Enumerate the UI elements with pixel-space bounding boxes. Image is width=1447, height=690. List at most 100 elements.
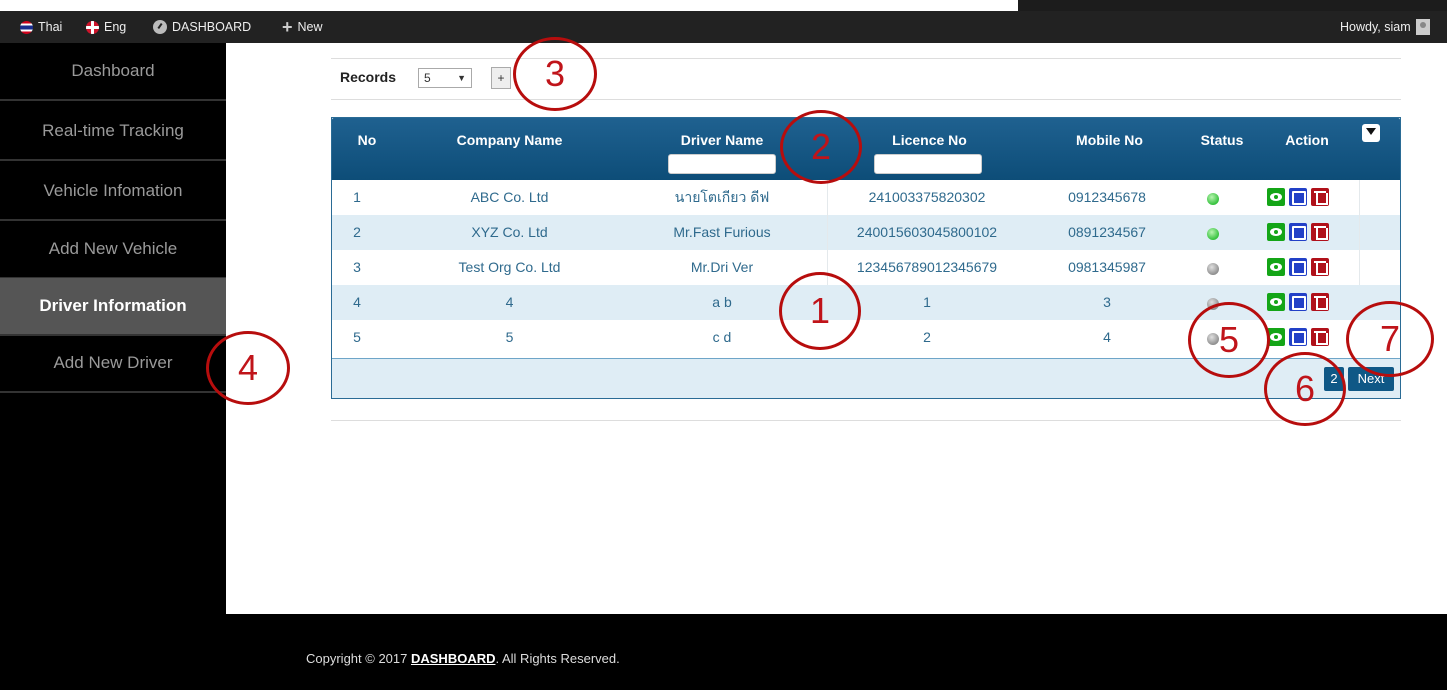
- cell-no: 2: [353, 224, 361, 240]
- new-link[interactable]: + New: [282, 11, 323, 43]
- lang-thai-label: Thai: [38, 20, 63, 34]
- cell-licence: 240015603045800102: [856, 224, 998, 240]
- cell-mobile: 3: [1103, 294, 1111, 310]
- edit-icon[interactable]: [1289, 293, 1307, 311]
- cell-driver: Mr.Fast Furious: [673, 224, 771, 240]
- delete-icon[interactable]: [1311, 328, 1329, 346]
- col-header-action: Action: [1285, 132, 1329, 148]
- annotation-4: 4: [206, 331, 290, 405]
- sidebar-item-label: Vehicle Infomation: [43, 181, 183, 200]
- dashboard-label: DASHBOARD: [172, 20, 252, 34]
- edit-icon[interactable]: [1289, 258, 1307, 276]
- avatar-icon: [1415, 19, 1430, 35]
- top-strip-dark-segment: [1018, 0, 1447, 11]
- edit-icon[interactable]: [1289, 188, 1307, 206]
- column-divider: [1359, 215, 1360, 251]
- sidebar-item-driver-information[interactable]: Driver Information: [0, 278, 226, 336]
- sidebar-item-add-new-driver[interactable]: Add New Driver: [0, 335, 226, 393]
- uk-flag-icon: [86, 20, 99, 34]
- col-header-status: Status: [1200, 132, 1244, 148]
- screenshot: Thai Eng DASHBOARD + New Howdy, siam Das…: [0, 0, 1447, 690]
- column-divider: [1359, 250, 1360, 286]
- cell-company: ABC Co. Ltd: [470, 189, 549, 205]
- copyright-text: Copyright © 2017 DASHBOARD. All Rights R…: [306, 651, 620, 666]
- sidebar-item-label: Dashboard: [71, 61, 155, 80]
- howdy-label: Howdy, siam: [1340, 20, 1411, 34]
- cell-mobile: 0981345987: [1068, 259, 1146, 275]
- sidebar: Dashboard Real-time Tracking Vehicle Inf…: [0, 43, 226, 614]
- cell-mobile: 0912345678: [1068, 189, 1146, 205]
- annotation-2: 2: [780, 110, 862, 184]
- footer: Copyright © 2017 DASHBOARD. All Rights R…: [0, 614, 1447, 690]
- filter-icon[interactable]: [1362, 124, 1380, 142]
- dashboard-footer-link[interactable]: DASHBOARD: [411, 651, 496, 666]
- edit-icon[interactable]: [1289, 328, 1307, 346]
- status-gray-icon: [1207, 263, 1219, 275]
- table-header: No Company Name Driver Name Licence No M…: [332, 118, 1400, 180]
- cell-mobile: 0891234567: [1068, 224, 1146, 240]
- cell-mobile: 4: [1103, 329, 1111, 345]
- sidebar-item-realtime-tracking[interactable]: Real-time Tracking: [0, 103, 226, 161]
- view-icon[interactable]: [1267, 258, 1285, 276]
- lang-eng-label: Eng: [104, 20, 127, 34]
- sidebar-item-label: Driver Information: [39, 296, 187, 315]
- lang-thai-link[interactable]: Thai: [20, 11, 62, 43]
- divider-top: [331, 58, 1401, 59]
- add-record-button[interactable]: +: [491, 67, 511, 89]
- delete-icon[interactable]: [1311, 293, 1329, 311]
- view-icon[interactable]: [1267, 223, 1285, 241]
- column-divider: [827, 215, 828, 251]
- cell-licence: 241003375820302: [868, 189, 986, 205]
- licence-no-filter-input[interactable]: [874, 154, 982, 174]
- table-row: 1 ABC Co. Ltd นายโตเกียว ดีฟ 24100337582…: [332, 180, 1400, 216]
- sidebar-item-label: Add New Driver: [53, 353, 173, 372]
- edit-icon[interactable]: [1289, 223, 1307, 241]
- annotation-3: 3: [513, 37, 597, 111]
- delete-icon[interactable]: [1311, 188, 1329, 206]
- divider-bottom: [331, 420, 1401, 421]
- cell-company: 4: [505, 294, 514, 310]
- col-header-company: Company Name: [456, 132, 563, 148]
- copyright-prefix: Copyright © 2017: [306, 651, 411, 666]
- annotation-5: 5: [1188, 302, 1270, 378]
- view-icon[interactable]: [1267, 188, 1285, 206]
- lang-eng-link[interactable]: Eng: [86, 11, 126, 43]
- col-header-no: No: [357, 132, 377, 148]
- sidebar-item-label: Add New Vehicle: [48, 239, 178, 258]
- annotation-6: 6: [1264, 352, 1346, 426]
- records-label: Records: [340, 69, 397, 85]
- records-selected-value: 5: [424, 71, 431, 85]
- top-strip: [0, 0, 1447, 11]
- copyright-suffix: . All Rights Reserved.: [495, 651, 620, 666]
- cell-company: 5: [505, 329, 514, 345]
- dashboard-link[interactable]: DASHBOARD: [153, 11, 251, 43]
- delete-icon[interactable]: [1311, 258, 1329, 276]
- cell-licence: 123456789012345679: [856, 259, 998, 275]
- driver-name-filter-input[interactable]: [668, 154, 776, 174]
- view-icon[interactable]: [1267, 293, 1285, 311]
- cell-no: 3: [353, 259, 361, 275]
- admin-bar: Thai Eng DASHBOARD + New Howdy, siam: [0, 11, 1447, 43]
- plus-icon: +: [282, 17, 293, 37]
- delete-icon[interactable]: [1311, 223, 1329, 241]
- sidebar-item-vehicle-information[interactable]: Vehicle Infomation: [0, 163, 226, 221]
- table-row: 3 Test Org Co. Ltd Mr.Dri Ver 1234567890…: [332, 250, 1400, 286]
- sidebar-item-add-new-vehicle[interactable]: Add New Vehicle: [0, 221, 226, 279]
- sidebar-item-dashboard[interactable]: Dashboard: [0, 43, 226, 101]
- dashboard-gauge-icon: [153, 20, 167, 34]
- column-divider: [827, 180, 828, 216]
- sidebar-item-label: Real-time Tracking: [42, 121, 184, 140]
- column-divider: [1359, 180, 1360, 216]
- status-green-icon: [1207, 228, 1219, 240]
- annotation-7: 7: [1346, 301, 1434, 377]
- divider-records: [331, 99, 1401, 100]
- user-menu[interactable]: Howdy, siam: [1340, 11, 1430, 43]
- new-label: New: [297, 20, 323, 34]
- cell-driver: นายโตเกียว ดีฟ: [674, 189, 770, 205]
- records-select[interactable]: 5: [418, 68, 472, 88]
- col-header-mobile: Mobile No: [1076, 132, 1143, 148]
- table-row: 2 XYZ Co. Ltd Mr.Fast Furious 2400156030…: [332, 215, 1400, 251]
- cell-no: 1: [353, 189, 361, 205]
- thai-flag-icon: [20, 20, 33, 34]
- cell-no: 5: [353, 329, 361, 345]
